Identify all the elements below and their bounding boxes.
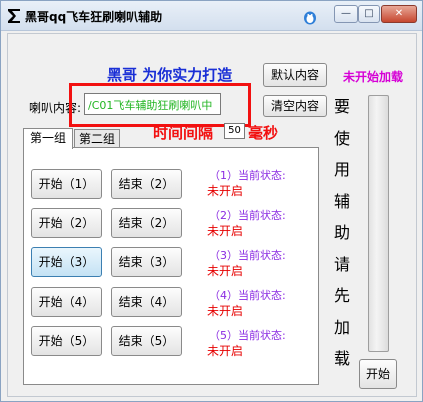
instruction-char: 请 bbox=[334, 255, 351, 274]
instruction-char: 加 bbox=[334, 318, 351, 337]
start-button-4[interactable]: 开始（4） bbox=[31, 287, 102, 317]
tab-group-2[interactable]: 第二组 bbox=[74, 129, 120, 148]
state-label-4: （4）当前状态: bbox=[209, 289, 286, 302]
instruction-char: 辅 bbox=[334, 192, 351, 211]
title-bar[interactable]: 黑哥qq飞车狂刷喇叭辅助 — □ ✕ bbox=[1, 1, 422, 31]
window-title: 黑哥qq飞车狂刷喇叭辅助 bbox=[25, 10, 163, 24]
clear-content-button[interactable]: 清空内容 bbox=[263, 95, 327, 117]
state-label-1: （1）当前状态: bbox=[209, 169, 286, 182]
interval-label: 时间间隔 bbox=[153, 124, 214, 142]
end-button-5[interactable]: 结束（5） bbox=[111, 326, 182, 356]
start-button-1[interactable]: 开始（1） bbox=[31, 169, 102, 199]
interval-input[interactable]: 50 bbox=[224, 123, 245, 139]
start-button-2[interactable]: 开始（2） bbox=[31, 208, 102, 238]
state-value-2: 未开启 bbox=[207, 224, 244, 238]
state-value-5: 未开启 bbox=[207, 344, 244, 358]
end-button-4[interactable]: 结束（4） bbox=[111, 287, 182, 317]
state-value-1: 未开启 bbox=[207, 184, 244, 198]
minimize-button[interactable]: — bbox=[334, 5, 358, 23]
default-content-button[interactable]: 默认内容 bbox=[263, 63, 327, 87]
app-logo-icon bbox=[8, 9, 20, 23]
state-value-4: 未开启 bbox=[207, 304, 244, 318]
maximize-button[interactable]: □ bbox=[358, 5, 380, 23]
start-button-3[interactable]: 开始（3） bbox=[31, 247, 102, 277]
close-button[interactable]: ✕ bbox=[381, 5, 417, 23]
qq-penguin-icon[interactable] bbox=[302, 9, 318, 25]
load-progress-bar bbox=[368, 95, 389, 352]
interval-unit-label: 毫秒 bbox=[248, 124, 279, 142]
instruction-char: 用 bbox=[334, 160, 351, 179]
instruction-char: 先 bbox=[334, 286, 351, 305]
end-button-1[interactable]: 结束（2） bbox=[111, 169, 182, 199]
app-window: 黑哥qq飞车狂刷喇叭辅助 — □ ✕ 黑哥 为你实力打造 默认内容 未开始加载 … bbox=[0, 0, 423, 402]
state-label-2: （2）当前状态: bbox=[209, 209, 286, 222]
slogan-text: 黑哥 为你实力打造 bbox=[107, 66, 233, 84]
state-label-5: （5）当前状态: bbox=[209, 329, 286, 342]
tab-group-1[interactable]: 第一组 bbox=[23, 128, 73, 149]
start-button-5[interactable]: 开始（5） bbox=[31, 326, 102, 356]
highlight-frame bbox=[69, 83, 251, 127]
instruction-char: 助 bbox=[334, 223, 351, 242]
state-label-3: （3）当前状态: bbox=[209, 249, 286, 262]
instruction-char: 使 bbox=[334, 129, 351, 148]
load-status-text: 未开始加载 bbox=[343, 70, 404, 84]
state-value-3: 未开启 bbox=[207, 264, 244, 278]
end-button-3[interactable]: 结束（3） bbox=[111, 247, 182, 277]
load-start-button[interactable]: 开始 bbox=[359, 359, 397, 389]
instruction-char: 载 bbox=[334, 349, 351, 368]
end-button-2[interactable]: 结束（2） bbox=[111, 208, 182, 238]
instruction-char: 要 bbox=[334, 97, 351, 116]
